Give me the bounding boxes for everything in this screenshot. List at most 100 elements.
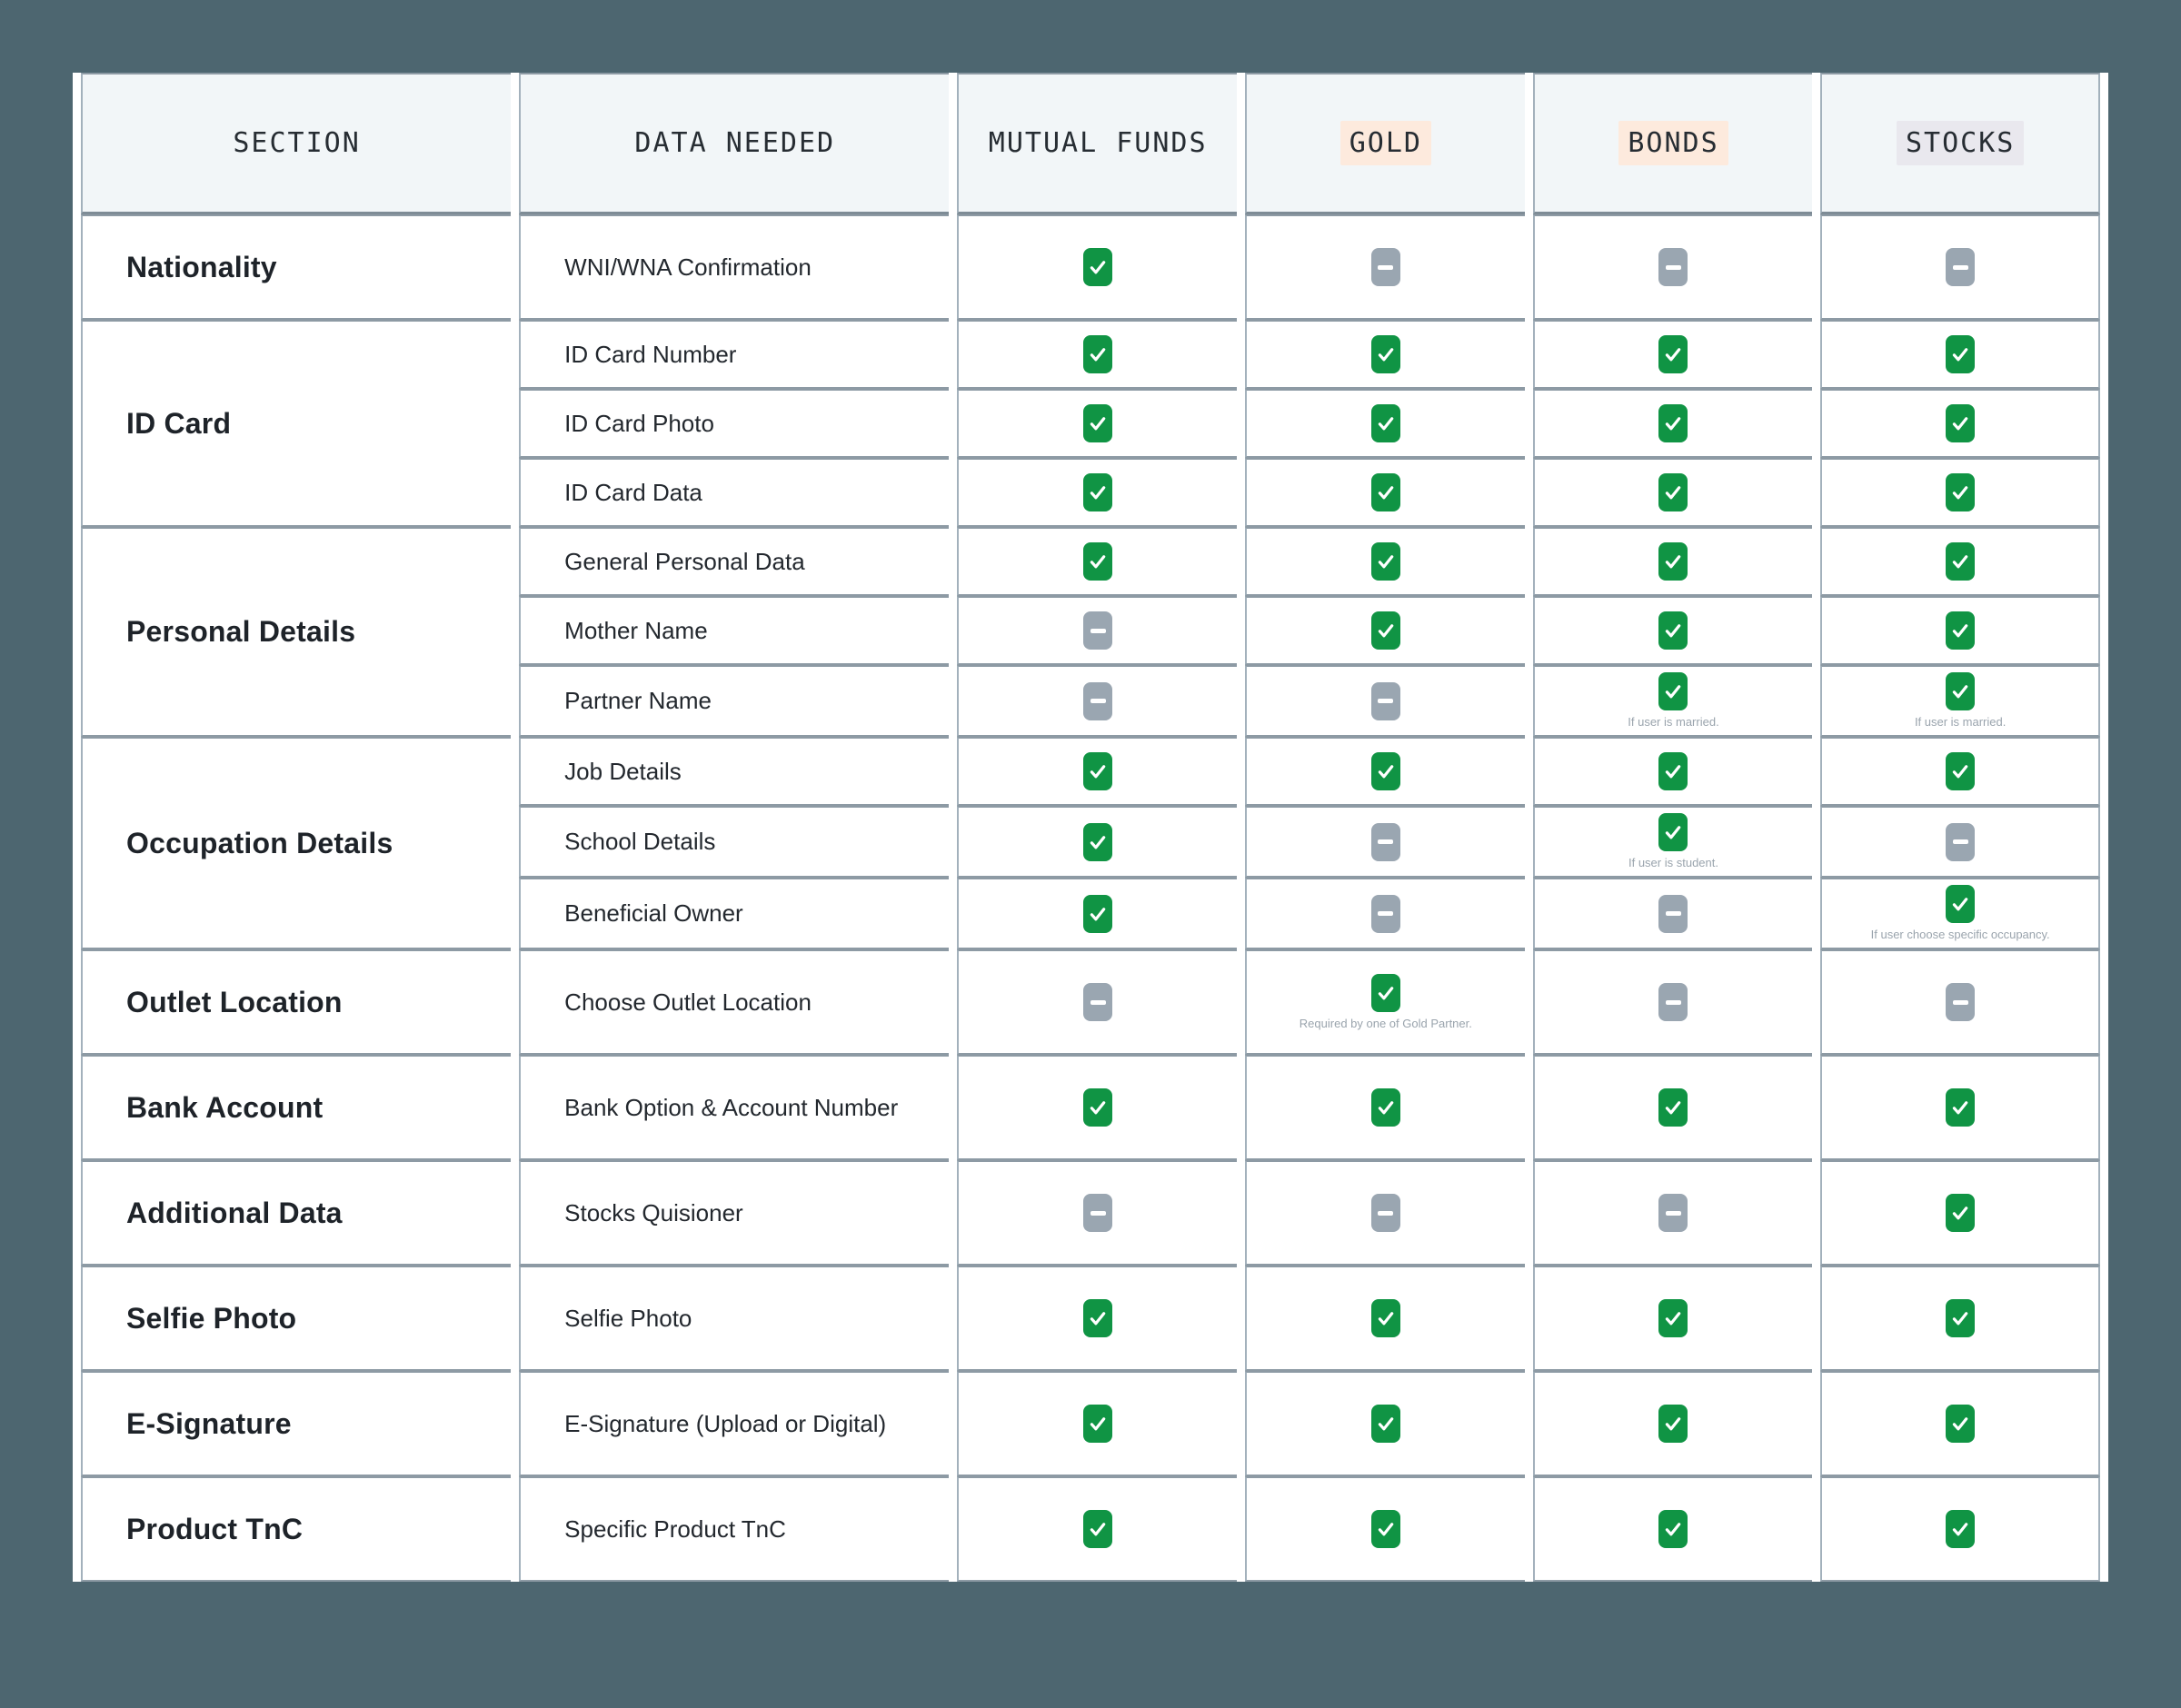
status-wrap <box>1250 1194 1521 1232</box>
check-icon <box>1083 1405 1112 1443</box>
status-wrap <box>962 473 1233 511</box>
status-cell-mutual_funds <box>957 1160 1237 1266</box>
section-cell: ID Card <box>81 320 511 527</box>
status-wrap <box>1250 611 1521 650</box>
status-cell-stocks <box>1820 1055 2100 1160</box>
status-wrap <box>962 248 1233 286</box>
dash-icon <box>1371 823 1400 861</box>
status-wrap <box>1539 542 1809 581</box>
section-cell: E-Signature <box>81 1371 511 1476</box>
check-icon <box>1658 473 1688 511</box>
check-icon <box>1946 885 1975 923</box>
section-cell: Personal Details <box>81 527 511 737</box>
status-wrap <box>1539 611 1809 650</box>
status-wrap <box>1539 895 1809 933</box>
check-icon <box>1658 542 1688 581</box>
column-header-gold: GOLD <box>1245 73 1525 214</box>
status-cell-stocks <box>1820 1371 2100 1476</box>
status-wrap <box>962 335 1233 373</box>
status-cell-bonds <box>1533 320 1813 389</box>
dash-icon <box>1658 1194 1688 1232</box>
status-wrap <box>1539 248 1809 286</box>
check-icon <box>1946 473 1975 511</box>
check-icon <box>1946 335 1975 373</box>
table-row: Personal DetailsGeneral Personal Data <box>81 527 2100 596</box>
status-wrap <box>1826 611 2095 650</box>
status-cell-gold <box>1245 1055 1525 1160</box>
status-wrap <box>1250 404 1521 442</box>
status-cell-gold <box>1245 214 1525 320</box>
column-header-label: DATA NEEDED <box>625 121 844 165</box>
condition-note: Required by one of Gold Partner. <box>1300 1017 1472 1031</box>
check-icon <box>1083 895 1112 933</box>
data-needed-cell: Job Details <box>519 737 949 806</box>
data-needed-cell: ID Card Data <box>519 458 949 527</box>
check-icon <box>1371 1088 1400 1127</box>
status-wrap <box>1826 1405 2095 1443</box>
data-needed-cell: General Personal Data <box>519 527 949 596</box>
status-wrap <box>1539 1194 1809 1232</box>
status-cell-gold <box>1245 1266 1525 1371</box>
check-icon <box>1371 1299 1400 1337</box>
status-cell-stocks <box>1820 458 2100 527</box>
check-icon <box>1946 1510 1975 1548</box>
status-wrap <box>962 895 1233 933</box>
section-cell: Product TnC <box>81 1476 511 1582</box>
status-wrap <box>1250 1088 1521 1127</box>
check-icon <box>1371 974 1400 1012</box>
check-icon <box>1658 404 1688 442</box>
section-cell: Nationality <box>81 214 511 320</box>
status-wrap <box>1826 983 2095 1021</box>
column-header-mutual_funds: MUTUAL FUNDS <box>957 73 1237 214</box>
status-cell-bonds <box>1533 1266 1813 1371</box>
status-cell-gold <box>1245 458 1525 527</box>
section-cell: Outlet Location <box>81 949 511 1055</box>
status-cell-bonds <box>1533 527 1813 596</box>
status-cell-stocks: If user is married. <box>1820 665 2100 737</box>
table-row: Product TnCSpecific Product TnC <box>81 1476 2100 1582</box>
table-row: Selfie PhotoSelfie Photo <box>81 1266 2100 1371</box>
status-wrap <box>962 404 1233 442</box>
check-icon <box>1658 611 1688 650</box>
status-cell-mutual_funds <box>957 737 1237 806</box>
status-cell-stocks: If user choose specific occupancy. <box>1820 878 2100 949</box>
status-cell-bonds <box>1533 1371 1813 1476</box>
column-header-bonds: BONDS <box>1533 73 1813 214</box>
check-icon <box>1658 1405 1688 1443</box>
header-row: SECTIONDATA NEEDEDMUTUAL FUNDSGOLDBONDSS… <box>81 73 2100 214</box>
dash-icon <box>1658 895 1688 933</box>
check-icon <box>1946 1088 1975 1127</box>
status-wrap <box>962 542 1233 581</box>
table-row: Bank AccountBank Option & Account Number <box>81 1055 2100 1160</box>
dash-icon <box>1083 682 1112 720</box>
check-icon <box>1083 1299 1112 1337</box>
status-wrap <box>1826 335 2095 373</box>
status-cell-gold <box>1245 320 1525 389</box>
data-needed-cell: Specific Product TnC <box>519 1476 949 1582</box>
check-icon <box>1083 823 1112 861</box>
status-cell-bonds: If user is student. <box>1533 806 1813 878</box>
data-needed-cell: ID Card Number <box>519 320 949 389</box>
status-wrap <box>1539 1299 1809 1337</box>
column-header-section: SECTION <box>81 73 511 214</box>
status-cell-stocks <box>1820 214 2100 320</box>
status-cell-mutual_funds <box>957 320 1237 389</box>
status-wrap <box>1539 335 1809 373</box>
check-icon <box>1658 335 1688 373</box>
status-cell-bonds <box>1533 1476 1813 1582</box>
status-cell-bonds <box>1533 596 1813 665</box>
status-cell-gold <box>1245 878 1525 949</box>
status-wrap <box>962 1194 1233 1232</box>
status-wrap: If user is student. <box>1539 813 1809 870</box>
status-wrap <box>962 1405 1233 1443</box>
status-cell-stocks <box>1820 596 2100 665</box>
dash-icon <box>1083 611 1112 650</box>
status-cell-mutual_funds <box>957 1476 1237 1582</box>
check-icon <box>1371 1510 1400 1548</box>
requirements-matrix-table: SECTION DATA NEEDED MUTUAL FUNDSGOLDBONDS S… <box>73 73 2108 1582</box>
status-wrap: If user choose specific occupancy. <box>1826 885 2095 942</box>
status-cell-gold <box>1245 665 1525 737</box>
status-cell-bonds <box>1533 389 1813 458</box>
check-icon <box>1658 1510 1688 1548</box>
status-wrap <box>1539 1510 1809 1548</box>
